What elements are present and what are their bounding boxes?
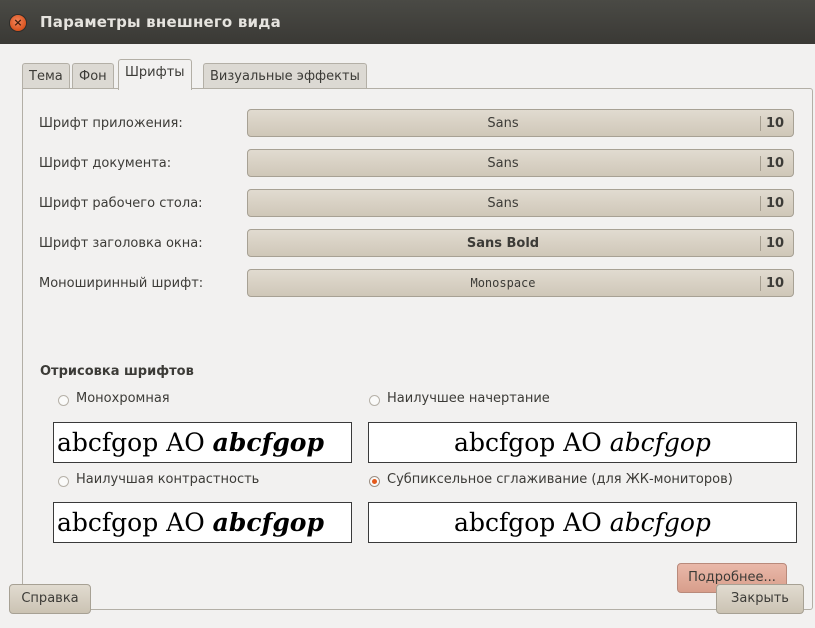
desktop-font-button[interactable]: Sans 10 <box>247 189 794 217</box>
window-title: Параметры внешнего вида <box>40 13 281 31</box>
best-contrast-preview[interactable]: abcfgop AO abcfgop <box>53 502 352 543</box>
monospace-font-button[interactable]: Monospace 10 <box>247 269 794 297</box>
monochrome-label[interactable]: Монохромная <box>76 391 170 406</box>
best-shapes-label[interactable]: Наилучшее начертание <box>387 391 550 406</box>
best-shapes-radio[interactable] <box>369 395 380 406</box>
sample-regular: abcfgop AO <box>454 508 610 537</box>
rendering-section-title: Отрисовка шрифтов <box>40 364 194 379</box>
monochrome-preview[interactable]: abcfgop AO abcfgop <box>53 422 352 463</box>
sample-italic: abcfgop <box>212 508 324 537</box>
sample-italic: abcfgop <box>212 428 324 457</box>
tab-fonts[interactable]: Шрифты <box>118 59 192 90</box>
close-button[interactable]: Закрыть <box>716 584 804 614</box>
font-label: Шрифт приложения: <box>39 116 183 131</box>
font-name: Sans <box>487 116 519 131</box>
monochrome-radio[interactable] <box>58 395 69 406</box>
title-bar: × Параметры внешнего вида <box>0 0 815 44</box>
tab-visual-effects[interactable]: Визуальные эффекты <box>203 63 367 89</box>
font-name: Monospace <box>470 276 536 290</box>
font-name: Sans <box>487 156 519 171</box>
font-size: 10 <box>766 156 785 171</box>
best-shapes-preview[interactable]: abcfgop AO abcfgop <box>368 422 797 463</box>
tab-theme[interactable]: Тема <box>22 63 70 89</box>
font-label: Моноширинный шрифт: <box>39 276 204 291</box>
document-font-button[interactable]: Sans 10 <box>247 149 794 177</box>
sample-regular: abcfgop AO <box>57 508 213 537</box>
subpixel-radio[interactable] <box>369 476 380 487</box>
font-size: 10 <box>766 196 785 211</box>
font-label: Шрифт документа: <box>39 156 172 171</box>
subpixel-label[interactable]: Субпиксельное сглаживание (для ЖК-монито… <box>387 472 733 487</box>
close-window-icon[interactable]: × <box>10 15 26 31</box>
fonts-panel: Шрифт приложения: Sans 10 Шрифт документ… <box>22 88 813 610</box>
font-size: 10 <box>766 236 785 251</box>
font-label: Шрифт рабочего стола: <box>39 196 203 211</box>
window-title-font-button[interactable]: Sans Bold 10 <box>247 229 794 257</box>
best-contrast-radio[interactable] <box>58 476 69 487</box>
separator <box>760 116 761 131</box>
sample-regular: abcfgop AO <box>57 428 213 457</box>
tab-background[interactable]: Фон <box>72 63 114 89</box>
sample-italic: abcfgop <box>609 428 711 457</box>
separator <box>760 196 761 211</box>
application-font-button[interactable]: Sans 10 <box>247 109 794 137</box>
separator <box>760 156 761 171</box>
subpixel-preview[interactable]: abcfgop AO abcfgop <box>368 502 797 543</box>
font-label: Шрифт заголовка окна: <box>39 236 203 251</box>
separator <box>760 276 761 291</box>
separator <box>760 236 761 251</box>
font-name: Sans <box>487 196 519 211</box>
font-name: Sans Bold <box>466 236 540 251</box>
help-button[interactable]: Справка <box>9 584 91 614</box>
font-size: 10 <box>766 276 785 291</box>
font-size: 10 <box>766 116 785 131</box>
sample-italic: abcfgop <box>609 508 711 537</box>
best-contrast-label[interactable]: Наилучшая контрастность <box>76 472 259 487</box>
sample-regular: abcfgop AO <box>454 428 610 457</box>
dialog-body: Тема Фон Шрифты Визуальные эффекты Шрифт… <box>0 44 815 628</box>
